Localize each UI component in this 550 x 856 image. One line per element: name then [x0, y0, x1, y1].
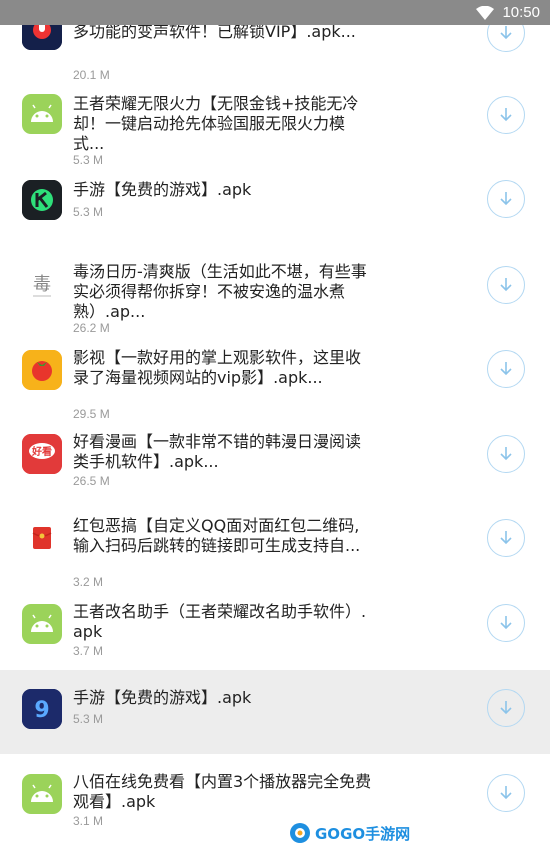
- download-button[interactable]: [487, 435, 525, 473]
- download-icon: [500, 108, 512, 122]
- svg-text:毒: 毒: [33, 274, 51, 295]
- download-icon: [500, 531, 512, 545]
- app-size: 5.3 M: [73, 153, 104, 167]
- list-item[interactable]: 9 手游【免费的游戏】.apk 5.3 M: [0, 670, 550, 754]
- tomato-icon: [22, 350, 62, 390]
- app-size: 29.5 M: [73, 407, 110, 421]
- app-title: 王者荣耀无限火力【无限金钱+技能无冷却！一键启动抢先体验国服无限火力模式...: [73, 94, 359, 153]
- android-icon: [22, 604, 62, 644]
- app-title: 八佰在线免费看【内置3个播放器完全免费观看】.apk: [73, 772, 372, 811]
- app-size: 26.5 M: [73, 474, 110, 488]
- download-button[interactable]: [487, 180, 525, 218]
- list-item[interactable]: 红包恶搞【自定义QQ面对面红包二维码,输入扫码后跳转的链接即可生成支持自... …: [0, 508, 550, 592]
- watermark-text: GOGO手游网: [315, 824, 411, 843]
- download-icon: [500, 786, 512, 800]
- app-title: 手游【免费的游戏】.apk: [73, 180, 252, 199]
- calendar-icon: 毒: [22, 264, 62, 304]
- list-item[interactable]: 王者改名助手（王者荣耀改名助手软件）.apk 3.7 M: [0, 592, 550, 676]
- app-title: 毒汤日历-清爽版（生活如此不堪，有些事实必须得帮你拆穿！不被安逸的温水煮熟）.a…: [73, 262, 367, 321]
- download-icon: [500, 701, 512, 715]
- status-time: 10:50: [502, 4, 540, 21]
- list-item[interactable]: 影视【一款好用的掌上观影软件，这里收录了海量视频网站的vip影】.apk... …: [0, 340, 550, 424]
- status-bar: 10:50: [0, 0, 550, 25]
- list-item[interactable]: 毒 毒汤日历-清爽版（生活如此不堪，有些事实必须得帮你拆穿！不被安逸的温水煮熟）…: [0, 256, 550, 340]
- app-size: 3.7 M: [73, 644, 104, 658]
- app-title: 影视【一款好用的掌上观影软件，这里收录了海量视频网站的vip影】.apk...: [73, 348, 362, 387]
- download-button[interactable]: [487, 519, 525, 557]
- download-icon: [500, 447, 512, 461]
- download-button[interactable]: [487, 604, 525, 642]
- wifi-icon: [476, 5, 495, 20]
- download-button[interactable]: [487, 96, 525, 134]
- download-button[interactable]: [487, 774, 525, 812]
- app-title: 多功能的变声软件！已解锁VIP】.apk...: [73, 22, 356, 41]
- app-size: 3.1 M: [73, 814, 104, 828]
- download-button[interactable]: [487, 266, 525, 304]
- nine-logo-icon: 9: [22, 689, 62, 729]
- download-icon: [500, 362, 512, 376]
- k-logo-icon: [22, 180, 62, 220]
- app-title: 好看漫画【一款非常不错的韩漫日漫阅读类手机软件】.apk...: [73, 432, 362, 471]
- download-icon: [500, 616, 512, 630]
- app-size: 5.3 M: [73, 712, 104, 726]
- gogo-logo-icon: [290, 823, 310, 843]
- red-envelope-icon: [22, 518, 62, 558]
- svg-text:好看: 好看: [31, 445, 52, 458]
- watermark: GOGO手游网: [288, 820, 410, 846]
- download-icon: [500, 278, 512, 292]
- comic-icon: 好看: [22, 434, 62, 474]
- app-title: 王者改名助手（王者荣耀改名助手软件）.apk: [73, 602, 367, 641]
- download-icon: [500, 192, 512, 206]
- download-icon: [500, 26, 512, 40]
- svg-text:9: 9: [34, 698, 49, 723]
- app-size: 3.2 M: [73, 575, 104, 589]
- android-icon: [22, 94, 62, 134]
- app-title: 手游【免费的游戏】.apk: [73, 688, 252, 707]
- list-item[interactable]: 王者荣耀无限火力【无限金钱+技能无冷却！一键启动抢先体验国服无限火力模式... …: [0, 88, 550, 172]
- list-item[interactable]: 八佰在线免费看【内置3个播放器完全免费观看】.apk 3.1 M: [0, 760, 550, 844]
- download-button[interactable]: [487, 350, 525, 388]
- android-icon: [22, 774, 62, 814]
- app-size: 20.1 M: [73, 68, 110, 82]
- app-size: 26.2 M: [73, 321, 110, 335]
- list-item[interactable]: 好看 好看漫画【一款非常不错的韩漫日漫阅读类手机软件】.apk... 26.5 …: [0, 424, 550, 508]
- list-item[interactable]: 手游【免费的游戏】.apk 5.3 M: [0, 172, 550, 256]
- app-size: 5.3 M: [73, 205, 104, 219]
- app-title: 红包恶搞【自定义QQ面对面红包二维码,输入扫码后跳转的链接即可生成支持自...: [73, 516, 361, 555]
- download-button[interactable]: [487, 689, 525, 727]
